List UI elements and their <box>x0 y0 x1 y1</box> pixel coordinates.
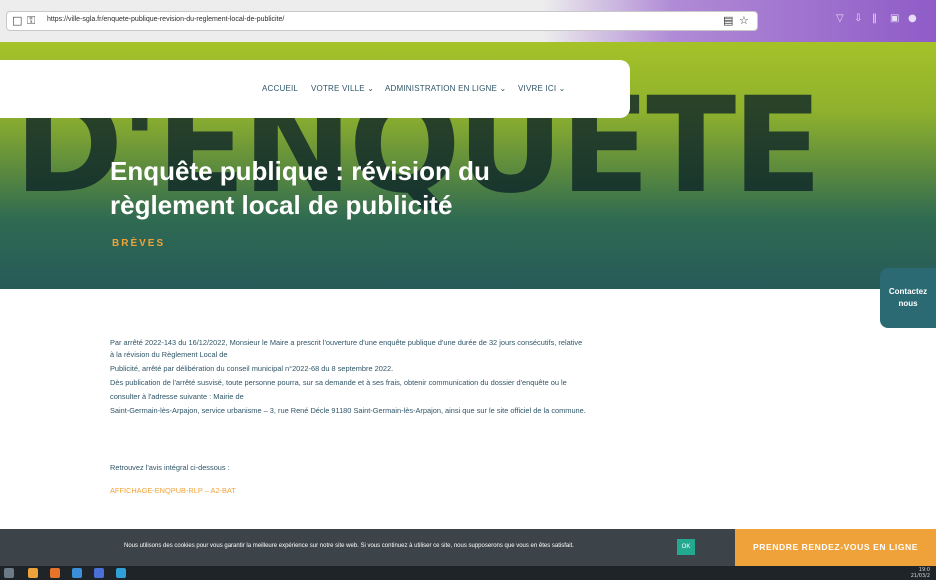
firefox-icon[interactable] <box>50 568 60 578</box>
nav-item-administration[interactable]: ADMINISTRATION EN LIGNE ⌄ <box>385 84 506 93</box>
nav-item-votre-ville[interactable]: VOTRE VILLE ⌄ <box>311 84 374 93</box>
url-bar[interactable]: □ ⚿ https://ville-sgla.fr/enquete-publiq… <box>6 11 758 31</box>
reader-view-icon[interactable]: ▤ <box>723 14 733 27</box>
appointment-button[interactable]: PRENDRE RENDEZ-VOUS EN LIGNE <box>735 529 936 566</box>
nav-item-vivre-ici[interactable]: VIVRE ICI ⌄ <box>518 84 566 93</box>
store-icon[interactable] <box>116 568 126 578</box>
paragraph-line: à la révision du Règlement Local de <box>110 350 228 359</box>
contact-tab[interactable]: Contactez nous <box>880 268 936 328</box>
download-icon[interactable]: ⇩ <box>854 13 862 24</box>
main-navigation: ACCUEIL VOTRE VILLE ⌄ ADMINISTRATION EN … <box>0 60 630 118</box>
url-text[interactable]: https://ville-sgla.fr/enquete-publique-r… <box>47 16 284 23</box>
paragraph-line: Dès publication de l'arrêté susvisé, tou… <box>110 378 567 387</box>
pocket-icon[interactable]: ▽ <box>836 13 844 24</box>
clock[interactable]: 19:0 21/03/2 <box>911 567 930 579</box>
library-icon[interactable]: ‖ <box>872 13 877 24</box>
paragraph-line: Publicité, arrêté par délibération du co… <box>110 364 394 373</box>
windows-start-icon[interactable] <box>4 568 14 578</box>
category-label[interactable]: BRÈVES <box>112 238 165 249</box>
edge-icon[interactable] <box>94 568 104 578</box>
account-icon[interactable]: ● <box>908 13 917 24</box>
page-title: Enquête publique : révision du règlement… <box>110 156 490 220</box>
cookie-text: Nous utilisons des cookies pour vous gar… <box>124 543 574 549</box>
paragraph-line: consulter à l'adresse suivante : Mairie … <box>110 392 244 401</box>
lock-icon[interactable]: ⚿ <box>27 14 35 28</box>
nav-item-accueil[interactable]: ACCUEIL <box>262 84 298 93</box>
contact-tab-line1: Contactez <box>888 287 928 296</box>
cookie-banner: Nous utilisons des cookies pour vous gar… <box>0 529 735 566</box>
document-link[interactable]: AFFICHAGE-ENQPUB-RLP – A2-BAT <box>110 486 236 495</box>
retrouvez-text: Retrouvez l'avis intégral ci-dessous : <box>110 463 230 472</box>
file-explorer-icon[interactable] <box>72 568 82 578</box>
clock-date: 21/03/2 <box>910 573 930 579</box>
contact-tab-line2: nous <box>898 299 918 308</box>
app-icon[interactable] <box>28 568 38 578</box>
sidebar-icon[interactable]: ▣ <box>890 13 899 24</box>
page-content: D'ENQUÊTE ACCUEIL VOTRE VILLE ⌄ ADMINIST… <box>0 42 936 566</box>
cookie-ok-button[interactable]: OK <box>677 539 695 555</box>
bookmark-star-icon[interactable]: ☆ <box>739 14 749 27</box>
paragraph-line: Par arrêté 2022-143 du 16/12/2022, Monsi… <box>110 338 583 347</box>
hero-banner: D'ENQUÊTE ACCUEIL VOTRE VILLE ⌄ ADMINIST… <box>0 42 936 289</box>
page-icon: □ <box>12 14 23 27</box>
paragraph-line: Saint-Germain-lès-Arpajon, service urban… <box>110 406 586 415</box>
browser-toolbar: □ ⚿ https://ville-sgla.fr/enquete-publiq… <box>0 0 936 42</box>
os-taskbar: 19:0 21/03/2 <box>0 566 936 580</box>
